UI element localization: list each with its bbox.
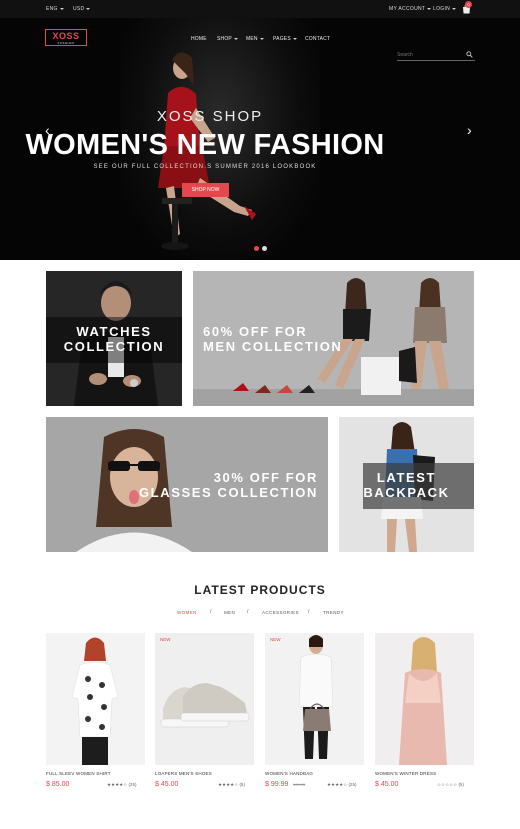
new-badge: NEW	[160, 637, 171, 642]
latest-backpack-banner[interactable]: LATEST BACKPACK	[339, 417, 474, 552]
men-title-line2: MEN COLLECTION	[203, 339, 343, 354]
chevron-right-icon[interactable]: ›	[467, 123, 472, 137]
chevron-down-icon	[86, 7, 91, 10]
login-label: LOGIN	[433, 6, 451, 12]
product-card[interactable]	[46, 633, 145, 765]
logo-subtext: FASHION	[57, 41, 75, 45]
language-label: ENG	[46, 6, 58, 12]
backpack-banner-title: LATEST BACKPACK	[339, 470, 474, 500]
currency-label: USD	[73, 6, 85, 12]
glasses-banner-title: 30% OFF FOR GLASSES COLLECTION	[46, 470, 318, 500]
product-price: $ 45.00	[375, 781, 399, 788]
men-banner-title: 60% OFF FOR MEN COLLECTION	[203, 324, 342, 354]
product-image-shoes	[155, 633, 254, 765]
filter-separator: /	[210, 609, 212, 615]
slider-dot[interactable]	[262, 246, 267, 251]
chevron-down-icon	[59, 7, 64, 10]
filter-trendy[interactable]: TRENDY	[323, 610, 344, 615]
chevron-down-icon	[452, 7, 457, 10]
watches-title-line1: WATCHES	[76, 324, 152, 339]
review-count: (5)	[239, 782, 245, 787]
backpack-title-line1: LATEST	[376, 470, 437, 485]
filter-women[interactable]: WOMEN	[177, 610, 197, 615]
watches-title-line2: COLLECTION	[63, 339, 165, 354]
product-rating: ★★★★☆ (25)	[107, 782, 136, 788]
star-icons: ★★★★☆	[327, 782, 348, 787]
glasses-title-line1: 30% OFF FOR	[213, 470, 318, 485]
latest-products-title: LATEST PRODUCTS	[194, 583, 326, 597]
review-count: (25)	[128, 782, 137, 787]
product-name[interactable]: FULL SLEEV WOMEN SHIRT	[46, 771, 111, 776]
product-card[interactable]: NEW	[265, 633, 364, 765]
star-icons: ★★★★☆	[107, 782, 128, 787]
review-count: (25)	[348, 782, 357, 787]
glasses-title-line2: GLASSES COLLECTION	[138, 485, 318, 500]
men-collection-banner[interactable]: 60% OFF FOR MEN COLLECTION	[193, 271, 474, 406]
top-bar: ENG USD MY ACCOUNT LOGIN 0	[0, 0, 520, 18]
star-icons: ★★★★☆	[218, 782, 239, 787]
login-menu[interactable]: LOGIN	[433, 6, 457, 12]
product-old-price: 149.00	[293, 782, 306, 787]
slider-dot-active[interactable]	[254, 246, 259, 251]
site-logo[interactable]: XOSS FASHION	[45, 29, 87, 46]
product-image-handbag	[265, 633, 364, 765]
product-name[interactable]: WOMEN'S HANDBAG	[265, 771, 313, 776]
logo-text: XOSS	[52, 31, 80, 41]
hero-tagline: SEE OUR FULL COLLECTION.S SUMMER 2016 LO…	[93, 164, 317, 170]
product-name[interactable]: WOMEN'S WINTER DRESS	[375, 771, 436, 776]
watches-banner-title: WATCHES COLLECTION	[46, 324, 182, 354]
search-box	[397, 49, 475, 61]
watches-collection-banner[interactable]: WATCHES COLLECTION	[46, 271, 182, 406]
star-icons: ☆☆☆☆☆	[437, 782, 458, 787]
product-rating: ★★★★☆ (5)	[218, 782, 245, 788]
chevron-down-icon	[427, 7, 432, 10]
hero-title: WOMEN'S NEW FASHION	[25, 129, 385, 161]
language-selector[interactable]: ENG	[46, 6, 64, 12]
product-image-dress	[375, 633, 474, 765]
search-input[interactable]	[397, 49, 461, 60]
cart-count-badge: 0	[465, 1, 472, 8]
shop-now-button[interactable]: SHOP NOW	[182, 183, 229, 197]
filter-men[interactable]: MEN	[224, 610, 235, 615]
chevron-down-icon	[292, 37, 297, 40]
hero-slider: XOSS FASHION HOME SHOP MEN PAGES CONTACT…	[0, 18, 520, 260]
filter-accessories[interactable]: ACCESSORIES	[262, 610, 299, 615]
my-account-menu[interactable]: MY ACCOUNT	[389, 6, 432, 12]
men-title-line1: 60% OFF FOR	[203, 324, 308, 339]
product-price: $ 99.99	[265, 781, 289, 788]
nav-contact[interactable]: CONTACT	[305, 36, 330, 42]
product-rating: ★★★★☆ (25)	[327, 782, 356, 788]
product-price: $ 85.00	[46, 781, 70, 788]
filter-separator: /	[308, 609, 310, 615]
glasses-collection-banner[interactable]: 30% OFF FOR GLASSES COLLECTION	[46, 417, 328, 552]
my-account-label: MY ACCOUNT	[389, 6, 426, 12]
product-card[interactable]	[375, 633, 474, 765]
product-rating: ☆☆☆☆☆ (5)	[437, 782, 464, 788]
product-name[interactable]: LOAFERS MEN'S SHOES	[155, 771, 212, 776]
backpack-title-line2: BACKPACK	[363, 485, 450, 500]
hero-subtitle: XOSS SHOP	[156, 108, 264, 125]
search-icon[interactable]	[466, 51, 473, 58]
chevron-left-icon[interactable]: ‹	[45, 123, 50, 137]
product-image-shirt	[46, 633, 145, 765]
product-price: $ 45.00	[155, 781, 179, 788]
filter-separator: /	[247, 609, 249, 615]
review-count: (5)	[458, 782, 464, 787]
currency-selector[interactable]: USD	[73, 6, 91, 12]
product-card[interactable]: NEW	[155, 633, 254, 765]
new-badge: NEW	[270, 637, 281, 642]
